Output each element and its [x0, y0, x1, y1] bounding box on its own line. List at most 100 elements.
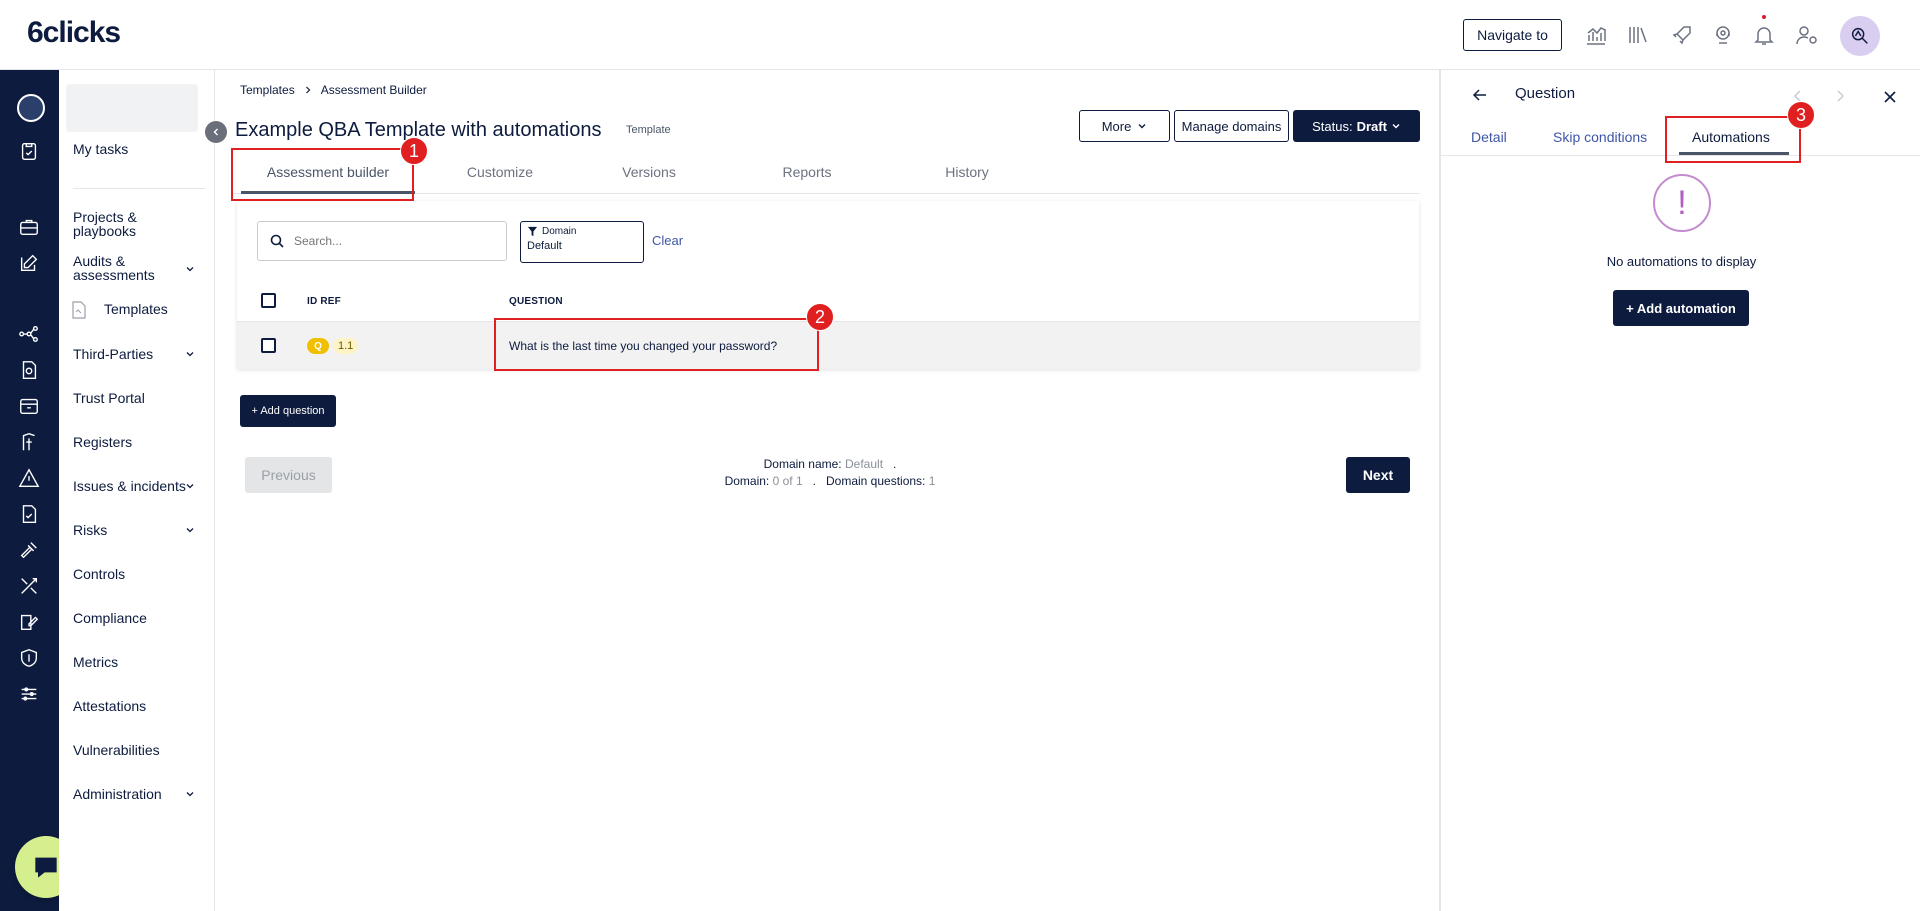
status-prefix: Status: — [1312, 118, 1353, 134]
nav-item-audits-assessments[interactable]: Audits & assessments — [73, 254, 183, 282]
nav-item-compliance[interactable]: Compliance — [73, 611, 203, 625]
navigation-panel: My tasks Projects & playbooks Audits & a… — [59, 70, 215, 911]
previous-button[interactable]: Previous — [245, 457, 332, 493]
warning-icon[interactable] — [16, 465, 42, 491]
domain-filter[interactable]: Domain Default — [520, 221, 644, 263]
notifications-icon[interactable] — [1751, 22, 1777, 48]
domain-questions-value: 1 — [928, 474, 936, 488]
annotation-box-2 — [494, 318, 819, 371]
row-checkbox[interactable] — [261, 338, 276, 353]
support-icon[interactable] — [1710, 22, 1736, 48]
annotation-number-2: 2 — [806, 303, 834, 331]
chevron-down-icon[interactable] — [184, 788, 196, 800]
nav-item-registers[interactable]: Registers — [73, 435, 203, 449]
breadcrumb: Templates Assessment Builder — [240, 83, 427, 97]
chevron-down-icon[interactable] — [184, 348, 196, 360]
back-arrow-icon[interactable] — [1471, 86, 1489, 104]
tab-reports[interactable]: Reports — [752, 150, 862, 194]
registers-icon[interactable] — [16, 393, 42, 419]
nav-divider — [73, 188, 205, 189]
breadcrumb-templates[interactable]: Templates — [240, 83, 295, 97]
tab-skip-conditions[interactable]: Skip conditions — [1553, 118, 1647, 156]
collapse-nav-button[interactable] — [205, 121, 227, 143]
manage-domains-button[interactable]: Manage domains — [1174, 110, 1289, 142]
next-button[interactable]: Next — [1346, 457, 1410, 493]
nav-item-projects-playbooks[interactable]: Projects & playbooks — [73, 210, 183, 238]
briefcase-icon[interactable] — [16, 214, 42, 240]
annotation-box-3 — [1665, 116, 1801, 163]
nav-item-attestations[interactable]: Attestations — [73, 699, 203, 713]
chevron-down-icon — [1138, 124, 1146, 129]
analytics-icon[interactable] — [1583, 22, 1609, 48]
trust-portal-icon[interactable] — [16, 357, 42, 383]
navigate-to-button[interactable]: Navigate to — [1463, 19, 1562, 51]
domain-name-value: Default — [845, 457, 884, 471]
tools-icon[interactable] — [16, 573, 42, 599]
user-settings-icon[interactable] — [1794, 22, 1820, 48]
top-header: 6clicks Navigate to — [0, 0, 1920, 70]
chevron-right-icon[interactable] — [1833, 89, 1847, 103]
question-type-badge: Q — [307, 338, 329, 354]
incidents-icon[interactable] — [16, 429, 42, 455]
app-logo[interactable]: 6clicks — [27, 16, 121, 50]
chevron-down-icon[interactable] — [184, 524, 196, 536]
nav-item-metrics[interactable]: Metrics — [73, 655, 203, 669]
more-label: More — [1101, 118, 1132, 134]
breadcrumb-assessment-builder: Assessment Builder — [320, 83, 427, 97]
attestations-icon[interactable] — [16, 609, 42, 635]
search-box[interactable] — [257, 221, 507, 261]
tasks-icon[interactable] — [16, 138, 42, 164]
user-avatar[interactable] — [1840, 16, 1880, 56]
notification-dot — [1762, 15, 1766, 19]
administration-icon[interactable] — [16, 681, 42, 707]
annotation-box-1 — [231, 148, 414, 201]
clear-filter-link[interactable]: Clear — [652, 233, 683, 248]
search-input[interactable] — [294, 234, 494, 248]
tab-versions[interactable]: Versions — [594, 150, 704, 194]
more-button[interactable]: More — [1079, 110, 1170, 142]
annotation-number-3: 3 — [1787, 101, 1815, 129]
nav-item-controls[interactable]: Controls — [73, 567, 203, 581]
tab-history[interactable]: History — [912, 150, 1022, 194]
chevron-down-icon[interactable] — [184, 480, 196, 492]
nav-item-my-tasks[interactable]: My tasks — [73, 142, 203, 156]
status-value: Draft — [1356, 118, 1387, 134]
add-automation-button[interactable]: + Add automation — [1613, 290, 1749, 326]
shield-icon[interactable] — [16, 645, 42, 671]
rail-avatar[interactable] — [17, 94, 45, 122]
domain-value: 0 of 1 — [772, 474, 803, 488]
nav-item-templates[interactable]: Templates — [104, 301, 168, 317]
rocket-icon[interactable] — [1669, 22, 1695, 48]
left-icon-rail — [0, 70, 59, 911]
chevron-down-icon[interactable] — [184, 263, 196, 275]
panel-title: Question — [1515, 85, 1576, 102]
domain-questions-label: Domain questions: — [826, 474, 926, 488]
add-question-button[interactable]: + Add question — [240, 395, 336, 427]
nav-item-trust-portal[interactable]: Trust Portal — [73, 391, 203, 405]
chevron-right-icon — [305, 86, 311, 94]
nav-item-vulnerabilities[interactable]: Vulnerabilities — [73, 743, 203, 757]
column-header-id-ref[interactable]: ID REF — [307, 296, 341, 307]
tab-customize[interactable]: Customize — [442, 150, 558, 194]
document-icon — [72, 301, 86, 319]
edit-icon[interactable] — [16, 250, 42, 276]
pager-info: Domain name: Default . Domain: 0 of 1 . … — [680, 456, 980, 490]
gavel-icon[interactable] — [16, 537, 42, 563]
question-detail-panel: Question Detail Skip conditions Automati… — [1439, 70, 1920, 911]
exclamation-icon: ! — [1653, 174, 1711, 232]
domain-label: Domain: — [724, 474, 770, 488]
manage-domains-label: Manage domains — [1181, 118, 1282, 134]
questions-card: Domain Default Clear ID REF QUESTION Q 1… — [237, 201, 1419, 369]
template-tag: Template — [626, 124, 671, 136]
column-header-question[interactable]: QUESTION — [509, 296, 563, 307]
network-icon[interactable] — [16, 321, 42, 347]
empty-state-text: No automations to display — [1606, 254, 1757, 269]
close-icon[interactable] — [1882, 89, 1898, 105]
controls-icon[interactable] — [16, 501, 42, 527]
tab-detail[interactable]: Detail — [1471, 118, 1507, 156]
library-icon[interactable] — [1625, 22, 1651, 48]
filter-icon — [527, 226, 538, 237]
filter-label: Domain — [542, 226, 577, 237]
select-all-checkbox[interactable] — [261, 293, 276, 308]
status-dropdown-button[interactable]: Status: Draft — [1293, 110, 1420, 142]
